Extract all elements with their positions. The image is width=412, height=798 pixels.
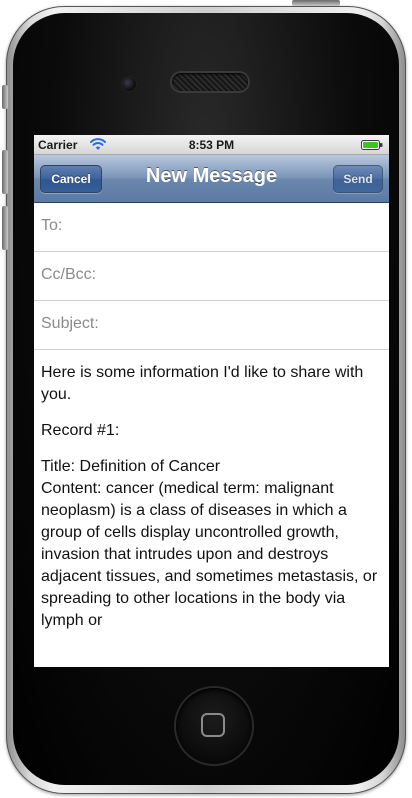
device-frame: Carrier 8:53 PM Cancel New Message Send …	[0, 0, 412, 798]
subject-field[interactable]: Subject:	[34, 301, 389, 350]
message-record-title: Title: Definition of Cancer	[41, 458, 221, 475]
to-field[interactable]: To:	[34, 203, 389, 252]
status-time: 8:53 PM	[188, 138, 235, 152]
battery-icon	[361, 140, 383, 150]
front-camera	[122, 77, 136, 91]
to-label: To:	[41, 217, 63, 234]
message-body[interactable]: Here is some information I'd like to sha…	[41, 362, 383, 632]
send-button[interactable]: Send	[333, 165, 383, 193]
cc-bcc-field[interactable]: Cc/Bcc:	[34, 252, 389, 301]
power-button	[292, 0, 340, 6]
volume-down-button	[2, 206, 8, 250]
subject-label: Subject:	[41, 315, 99, 332]
status-bar: Carrier 8:53 PM	[34, 135, 389, 155]
screen: Carrier 8:53 PM Cancel New Message Send …	[34, 135, 389, 667]
home-square-icon	[201, 713, 225, 737]
earpiece-speaker	[172, 73, 248, 91]
navigation-bar: Cancel New Message Send	[34, 155, 389, 203]
message-record-heading: Record #1:	[41, 422, 120, 439]
mute-switch	[2, 85, 8, 109]
message-intro: Here is some information I'd like to sha…	[41, 364, 364, 403]
home-button[interactable]	[176, 688, 252, 764]
cc-bcc-label: Cc/Bcc:	[41, 266, 97, 283]
volume-up-button	[2, 150, 8, 194]
message-record-content: Content: cancer (medical term: malignant…	[41, 480, 378, 629]
